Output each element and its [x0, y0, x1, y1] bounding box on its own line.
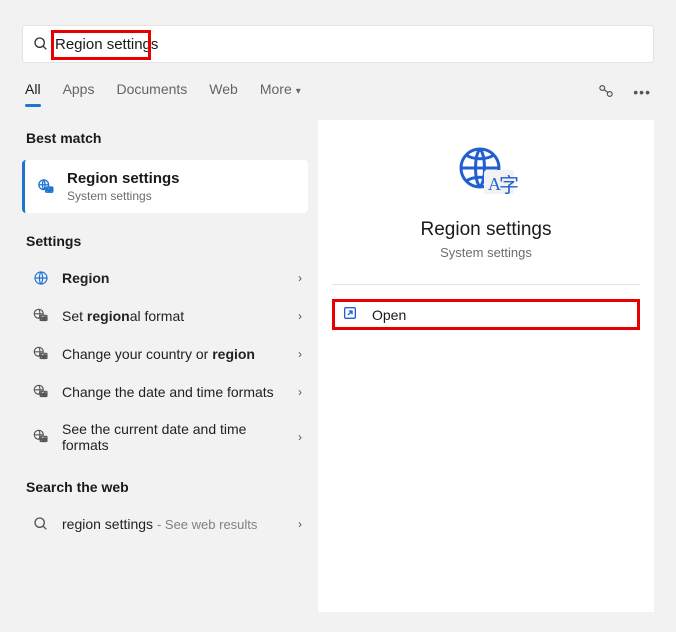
- settings-list: Region › A字 Set regional format › A字 Cha…: [22, 259, 314, 463]
- region-see-datetime-icon: A字: [32, 428, 50, 446]
- region-datetime-icon: A字: [32, 383, 50, 401]
- divider: [332, 284, 640, 285]
- filter-tabs: All Apps Documents Web More▾ •••: [0, 73, 676, 108]
- settings-item-see-date-time[interactable]: A字 See the current date and time formats…: [22, 411, 314, 463]
- best-match-subtitle: System settings: [67, 189, 180, 203]
- svg-text:字: 字: [499, 174, 518, 197]
- chevron-right-icon: ›: [298, 385, 302, 399]
- chevron-right-icon: ›: [298, 347, 302, 361]
- best-match-header: Best match: [22, 126, 314, 156]
- region-format-icon: A字: [32, 307, 50, 325]
- settings-item-country-region[interactable]: A字 Change your country or region ›: [22, 335, 314, 373]
- preview-title: Region settings: [336, 219, 636, 241]
- settings-item-regional-format[interactable]: A字 Set regional format ›: [22, 297, 314, 335]
- preview-panel: A 字 Region settings System settings Open: [318, 120, 654, 612]
- region-settings-icon: A字: [37, 178, 55, 196]
- search-input[interactable]: [49, 36, 643, 53]
- tab-apps[interactable]: Apps: [63, 77, 95, 107]
- settings-header: Settings: [22, 229, 314, 259]
- chevron-down-icon: ▾: [296, 86, 301, 97]
- open-icon: [342, 305, 358, 324]
- chevron-right-icon: ›: [298, 271, 302, 285]
- best-match-result[interactable]: A字 Region settings System settings: [22, 160, 308, 213]
- settings-item-label: Change your country or region: [62, 346, 286, 362]
- chevron-right-icon: ›: [298, 430, 302, 444]
- settings-item-label: See the current date and time formats: [62, 421, 286, 453]
- settings-item-region[interactable]: Region ›: [22, 259, 314, 297]
- settings-item-date-time-formats[interactable]: A字 Change the date and time formats ›: [22, 373, 314, 411]
- svg-text:A字: A字: [40, 353, 47, 359]
- search-bar[interactable]: [22, 25, 654, 63]
- settings-item-label: Change the date and time formats: [62, 384, 286, 400]
- svg-text:A字: A字: [46, 186, 54, 192]
- svg-text:A字: A字: [40, 391, 47, 397]
- tab-all[interactable]: All: [25, 77, 41, 107]
- chevron-right-icon: ›: [298, 309, 302, 323]
- preview-subtitle: System settings: [336, 245, 636, 260]
- tab-documents[interactable]: Documents: [116, 77, 187, 107]
- search-icon: [32, 515, 50, 533]
- settings-item-label: Set regional format: [62, 308, 286, 324]
- tab-web[interactable]: Web: [209, 77, 238, 107]
- region-country-icon: A字: [32, 345, 50, 363]
- web-search-result[interactable]: region settings - See web results ›: [22, 505, 314, 543]
- more-options-icon[interactable]: •••: [633, 84, 651, 100]
- chevron-right-icon: ›: [298, 517, 302, 531]
- tab-more[interactable]: More▾: [260, 77, 301, 107]
- search-web-header: Search the web: [22, 475, 314, 505]
- search-icon: [33, 36, 49, 52]
- svg-text:A字: A字: [40, 436, 47, 442]
- open-action[interactable]: Open: [332, 299, 640, 330]
- settings-item-label: Region: [62, 270, 286, 286]
- open-label: Open: [372, 307, 406, 323]
- globe-icon: [32, 269, 50, 287]
- flow-icon[interactable]: [597, 82, 615, 103]
- web-result-label: region settings - See web results: [62, 516, 286, 532]
- svg-text:A字: A字: [40, 315, 47, 321]
- region-settings-large-icon: A 字: [454, 144, 518, 203]
- best-match-title: Region settings: [67, 170, 180, 187]
